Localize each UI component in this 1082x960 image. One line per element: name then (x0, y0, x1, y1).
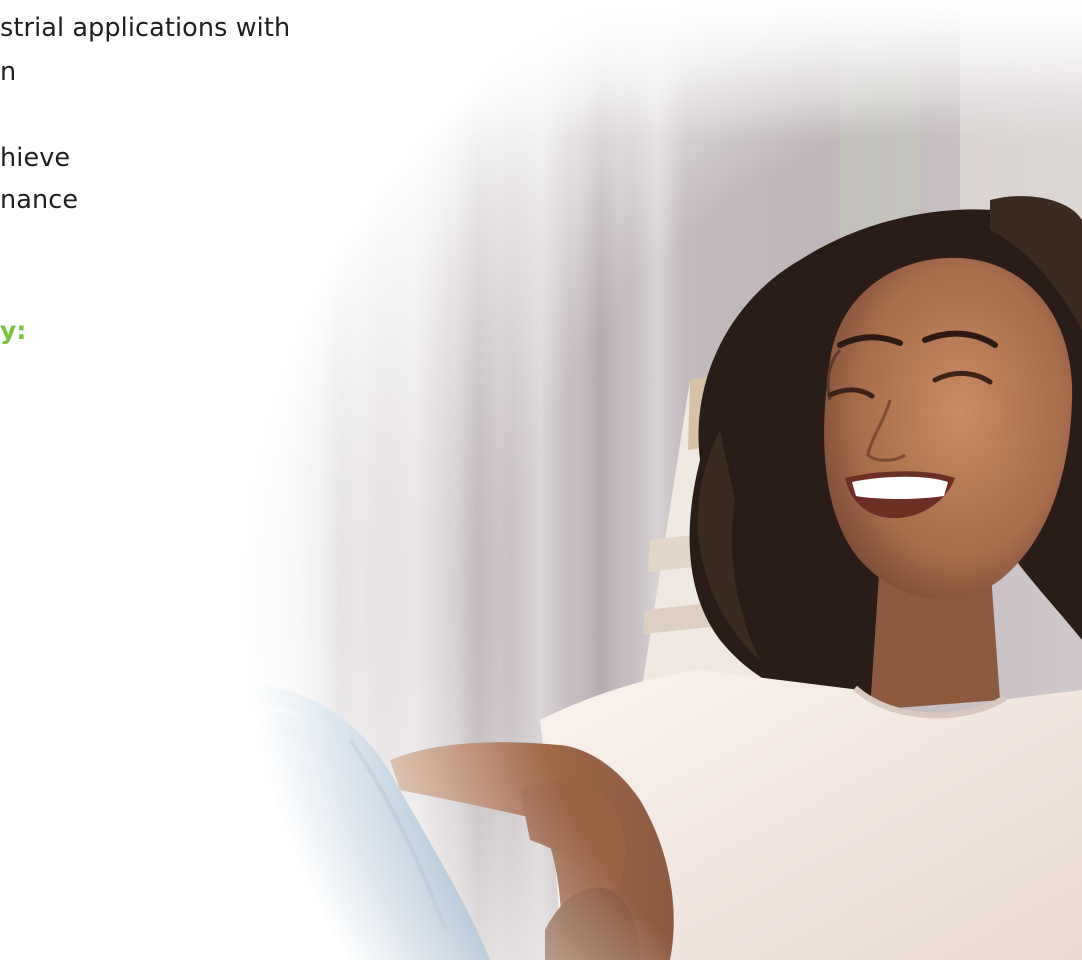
partial-copy-block: strial applications with n hieve nance y… (0, 0, 360, 360)
copy-line-1: strial applications with (0, 13, 291, 43)
accent-heading: y: (0, 316, 27, 345)
copy-line-4: nance (0, 185, 79, 215)
copy-line-2: n (0, 57, 17, 87)
copy-line-3: hieve (0, 143, 71, 173)
